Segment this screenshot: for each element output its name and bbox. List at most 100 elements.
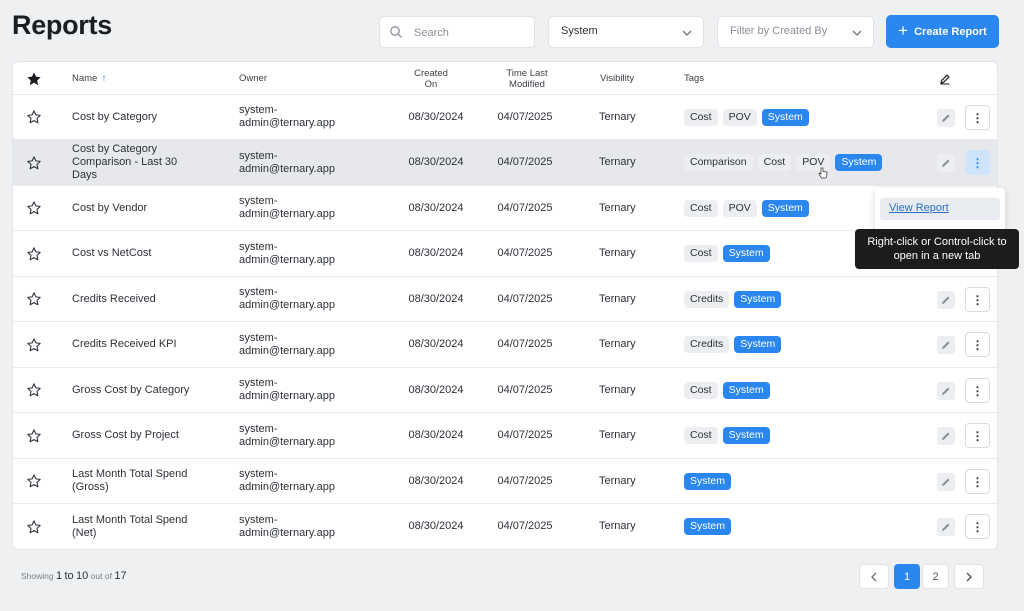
system-tag-badge: System: [722, 245, 770, 262]
edit-icon[interactable]: [937, 427, 955, 445]
table-row[interactable]: Last Month Total Spend (Gross) system-adm…: [13, 459, 997, 504]
tag-badge: Comparison: [684, 154, 753, 171]
owner-line-1: system-: [239, 104, 278, 116]
favorite-star-icon[interactable]: [25, 413, 43, 458]
report-name[interactable]: Cost by Category: [72, 95, 202, 139]
next-page-button[interactable]: [954, 564, 984, 589]
table-row[interactable]: Credits Received system-admin@ternary.app…: [13, 277, 997, 322]
report-name[interactable]: Last Month Total Spend (Gross): [72, 459, 202, 503]
report-name[interactable]: Gross Cost by Category: [72, 368, 202, 412]
more-actions-button[interactable]: ⋮: [965, 287, 990, 312]
tag-badge: Cost: [757, 154, 792, 171]
name-column-header[interactable]: Name ↑: [72, 62, 106, 95]
visibility-filter-select[interactable]: System: [548, 16, 704, 48]
create-report-button[interactable]: + Create Report: [886, 15, 999, 48]
page-1-button[interactable]: 1: [894, 564, 920, 589]
tags-cell: Cost System: [684, 368, 770, 412]
favorite-star-icon[interactable]: [25, 368, 43, 412]
owner-line-2: admin@ternary.app: [239, 390, 335, 402]
page-2-button[interactable]: 2: [922, 564, 949, 589]
tags-cell: Credits System: [684, 277, 782, 321]
more-actions-button[interactable]: ⋮: [965, 105, 990, 130]
report-name[interactable]: Cost by Vendor: [72, 186, 202, 230]
tooltip: Right-click or Control-click to open in …: [855, 229, 1019, 269]
report-name[interactable]: Credits Received: [72, 277, 202, 321]
edit-icon[interactable]: [937, 109, 955, 127]
visibility-cell: Ternary: [599, 383, 636, 396]
name-column-label: Name: [72, 73, 98, 84]
tag-badge: Cost: [684, 381, 718, 399]
visibility-cell: Ternary: [599, 292, 636, 305]
table-row[interactable]: Gross Cost by Category system-admin@terna…: [13, 368, 997, 413]
tag-badge: Cost: [684, 245, 718, 262]
favorite-star-icon[interactable]: [25, 95, 43, 139]
chevron-right-icon: [966, 572, 972, 581]
report-name[interactable]: Cost vs NetCost: [72, 231, 202, 276]
search-box[interactable]: [379, 16, 535, 48]
previous-page-button[interactable]: [859, 564, 889, 589]
favorite-star-icon[interactable]: [25, 277, 43, 321]
tag-badge: Cost: [684, 427, 718, 444]
edit-icon[interactable]: [937, 473, 955, 491]
create-report-label: Create Report: [914, 25, 987, 38]
view-report-menu-item[interactable]: View Report: [880, 198, 1000, 220]
owner-line-2: admin@ternary.app: [239, 208, 335, 220]
favorite-star-icon[interactable]: [25, 504, 43, 549]
favorite-star-icon[interactable]: [25, 186, 43, 230]
edit-icon[interactable]: [937, 518, 955, 536]
visibility-column-header[interactable]: Visibility: [600, 62, 634, 95]
owner-cell: system-admin@ternary.app: [239, 413, 354, 458]
tag-badge: Credits: [684, 336, 730, 353]
favorite-star-icon[interactable]: [25, 459, 43, 503]
owner-cell: system-admin@ternary.app: [239, 95, 354, 139]
table-row[interactable]: Cost by Category system-admin@ternary.app…: [13, 95, 997, 140]
report-name[interactable]: Cost by Category Comparison - Last 30 Da…: [72, 140, 202, 185]
favorite-column-header[interactable]: [24, 62, 44, 95]
owner-line-2: admin@ternary.app: [239, 299, 335, 311]
table-row[interactable]: Credits Received KPI system-admin@ternary…: [13, 322, 997, 368]
edit-icon[interactable]: [937, 336, 955, 354]
table-row[interactable]: Last Month Total Spend (Net) system-admin…: [13, 504, 997, 549]
system-tag-badge: System: [761, 108, 809, 126]
favorite-star-icon[interactable]: [25, 322, 43, 367]
table-row[interactable]: Cost by Vendor system-admin@ternary.app 08…: [13, 186, 997, 231]
created-on-cell: 08/30/2024: [408, 474, 464, 487]
more-actions-button[interactable]: ⋮: [965, 378, 990, 403]
edit-icon[interactable]: [937, 154, 955, 172]
modified-column-header[interactable]: Time Last Modified: [496, 62, 558, 95]
more-actions-button[interactable]: ⋮: [965, 469, 990, 494]
system-tag-badge: System: [684, 518, 732, 535]
time-last-modified-cell: 04/07/2025: [497, 156, 553, 168]
owner-line-1: system-: [239, 377, 278, 389]
edit-icon[interactable]: [937, 291, 955, 309]
report-name[interactable]: Last Month Total Spend (Net): [72, 504, 202, 549]
favorite-star-icon[interactable]: [25, 140, 43, 185]
report-name[interactable]: Credits Received KPI: [72, 322, 202, 367]
table-row[interactable]: Cost by Category Comparison - Last 30 Da…: [13, 140, 997, 186]
chevron-down-icon: [852, 30, 862, 36]
system-tag-badge: System: [761, 199, 809, 217]
system-tag-badge: System: [722, 427, 770, 444]
report-name[interactable]: Gross Cost by Project: [72, 413, 202, 458]
owner-column-header[interactable]: Owner: [239, 62, 267, 95]
more-actions-button[interactable]: ⋮: [965, 150, 990, 175]
visibility-cell: Ternary: [599, 156, 636, 168]
more-actions-button[interactable]: ⋮: [965, 332, 990, 357]
system-tag-badge: System: [734, 336, 782, 353]
edit-icon[interactable]: [937, 382, 955, 400]
search-input[interactable]: [414, 23, 529, 43]
showing-label: Showing: [21, 571, 54, 581]
owner-cell: system-admin@ternary.app: [239, 504, 354, 549]
favorite-star-icon[interactable]: [25, 231, 43, 276]
table-row[interactable]: Cost vs NetCost system-admin@ternary.app 0…: [13, 231, 997, 277]
out-of-label: out of: [90, 571, 112, 581]
reports-table: Name ↑ Owner Created On Time Last Modifi…: [12, 61, 998, 550]
visibility-filter-value: System: [561, 25, 598, 37]
more-actions-button[interactable]: ⋮: [965, 514, 990, 539]
table-row[interactable]: Gross Cost by Project system-admin@ternar…: [13, 413, 997, 459]
more-actions-button[interactable]: ⋮: [965, 423, 990, 448]
range-to-word: to: [64, 570, 74, 582]
created-by-filter-select[interactable]: Filter by Created By: [717, 16, 874, 48]
search-icon: [390, 26, 402, 38]
created-column-header[interactable]: Created On: [401, 62, 461, 95]
